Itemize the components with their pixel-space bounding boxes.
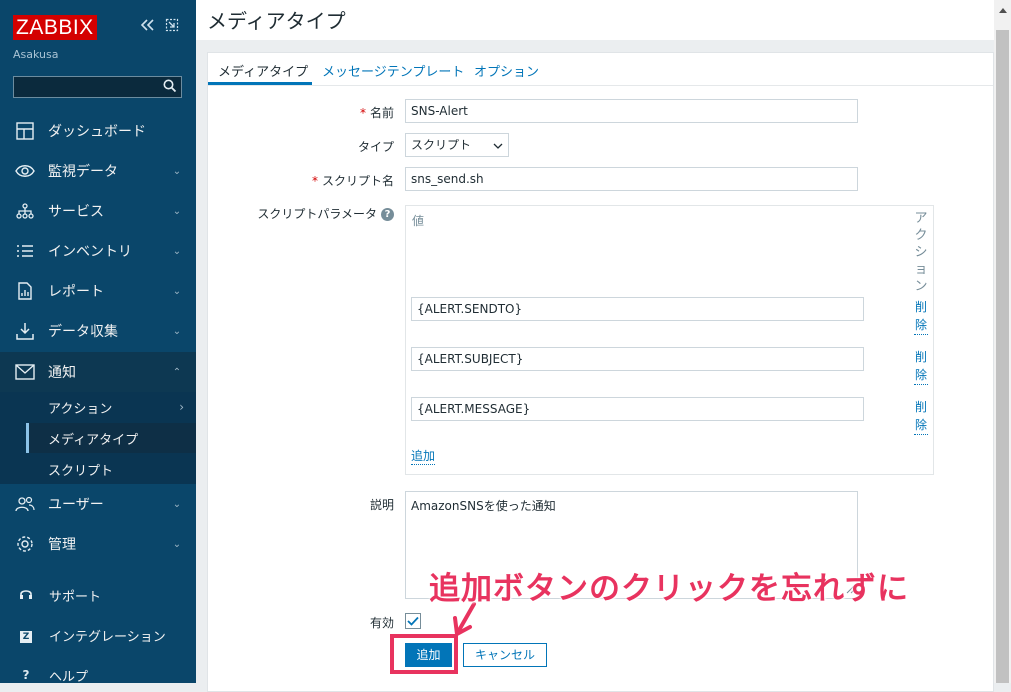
- script-name-label: * スクリプト名: [311, 174, 394, 188]
- add-param-link[interactable]: 追加: [411, 447, 436, 465]
- chevron-down-icon: ⌄: [172, 285, 182, 297]
- script-params-table: 値 アクション {ALERT.SENDTO} 削除 {ALERT.SUBJECT…: [405, 205, 934, 475]
- menu-item-integrations[interactable]: Z インテグレーション: [0, 617, 196, 653]
- name-label: * 名前: [359, 106, 394, 120]
- eye-icon: [14, 160, 36, 182]
- required-marker: *: [359, 106, 366, 120]
- collapse-sidebar-icon[interactable]: [140, 18, 156, 35]
- param-input[interactable]: {ALERT.SUBJECT}: [411, 347, 864, 371]
- menu-item-alerts[interactable]: 通知 ⌃: [0, 352, 196, 392]
- enabled-checkbox[interactable]: [405, 613, 421, 629]
- chevron-down-icon: ⌄: [172, 498, 182, 510]
- remove-param-link[interactable]: 削除: [914, 398, 928, 435]
- type-select[interactable]: スクリプト: [405, 133, 509, 157]
- envelope-icon: [14, 361, 36, 383]
- menu-item-services[interactable]: サービス ⌄: [0, 191, 196, 231]
- annotation-highlight-box: [390, 634, 458, 674]
- required-marker: *: [311, 174, 318, 188]
- menu-item-label: 通知: [48, 365, 76, 381]
- help-icon: ?: [22, 668, 30, 682]
- tab-message-templates[interactable]: メッセージテンプレート: [322, 61, 464, 80]
- search-icon[interactable]: [163, 79, 177, 96]
- cancel-button[interactable]: キャンセル: [463, 643, 547, 667]
- menu-item-administration[interactable]: 管理 ⌄: [0, 524, 196, 564]
- menu-item-reports[interactable]: レポート ⌄: [0, 271, 196, 311]
- value-column-header: 値: [412, 214, 425, 228]
- chevron-down-icon: ⌄: [172, 165, 182, 177]
- menu-item-label: サポート: [49, 589, 102, 605]
- scroll-up-icon[interactable]: [994, 0, 1011, 20]
- menu-item-label: 管理: [48, 537, 76, 553]
- question-icon[interactable]: ?: [381, 208, 394, 221]
- menu-item-dashboard[interactable]: ダッシュボード: [0, 111, 196, 151]
- type-select-value: スクリプト: [411, 138, 472, 152]
- remove-param-link[interactable]: 削除: [914, 348, 928, 385]
- remove-param-link[interactable]: 削除: [914, 298, 928, 335]
- submenu-item-actions[interactable]: アクション ›: [26, 392, 196, 422]
- integration-icon: Z: [15, 628, 37, 643]
- submenu-item-scripts[interactable]: スクリプト: [26, 454, 196, 484]
- chevron-down-icon: ⌄: [172, 205, 182, 217]
- server-name: Asakusa: [13, 48, 59, 61]
- script-name-input[interactable]: sns_send.sh: [405, 167, 858, 191]
- active-tab-indicator: [208, 82, 312, 85]
- alerts-submenu: アクション › メディアタイプ スクリプト: [0, 392, 196, 484]
- menu-item-label: インベントリ: [48, 244, 132, 260]
- list-icon: [14, 240, 36, 262]
- download-icon: [14, 320, 36, 342]
- chevron-right-icon: ›: [179, 400, 184, 414]
- script-params-label: スクリプトパラメータ?: [208, 205, 394, 222]
- menu-item-label: ダッシュボード: [48, 124, 146, 140]
- check-icon: [407, 616, 419, 626]
- chevron-up-icon: ⌃: [172, 366, 182, 378]
- annotation-text: 追加ボタンのクリックを忘れずに: [429, 571, 909, 607]
- tab-media-type[interactable]: メディアタイプ: [218, 61, 308, 80]
- submenu-item-media-types[interactable]: メディアタイプ: [26, 423, 196, 453]
- menu-item-label: ユーザー: [48, 497, 104, 513]
- action-column-header: アクション: [914, 211, 928, 294]
- type-label: タイプ: [357, 140, 394, 154]
- menu-item-label: インテグレーション: [49, 629, 166, 645]
- description-text: AmazonSNSを使った通知: [411, 499, 556, 513]
- services-icon: [14, 200, 36, 222]
- param-input[interactable]: {ALERT.MESSAGE}: [411, 397, 864, 421]
- menu-item-data-collection[interactable]: データ収集 ⌄: [0, 311, 196, 351]
- menu-item-label: サービス: [48, 204, 104, 220]
- name-input[interactable]: SNS-Alert: [405, 99, 858, 123]
- scrollbar-thumb[interactable]: [996, 30, 1009, 683]
- param-input[interactable]: {ALERT.SENDTO}: [411, 297, 864, 321]
- report-icon: [14, 280, 36, 302]
- zabbix-logo[interactable]: ZABBIX: [13, 15, 97, 40]
- chevron-down-icon: ⌄: [172, 245, 182, 257]
- menu-item-help[interactable]: ? ヘルプ: [0, 657, 196, 683]
- submenu-item-label: アクション: [48, 401, 113, 417]
- menu-item-label: レポート: [48, 284, 104, 300]
- enabled-label: 有効: [369, 616, 394, 630]
- menu-item-monitoring[interactable]: 監視データ ⌄: [0, 151, 196, 191]
- submenu-item-label: スクリプト: [48, 463, 114, 479]
- users-icon: [14, 493, 36, 515]
- gear-icon: [14, 533, 36, 555]
- tab-options[interactable]: オプション: [474, 61, 539, 80]
- sidebar-search-input[interactable]: [13, 76, 182, 98]
- tab-bar: メディアタイプ メッセージテンプレート オプション: [208, 53, 993, 86]
- menu-item-label: 監視データ: [48, 164, 118, 180]
- page-title: メディアタイプ: [207, 9, 346, 33]
- submenu-item-label: メディアタイプ: [48, 432, 139, 448]
- menu-item-label: ヘルプ: [49, 669, 89, 684]
- description-label: 説明: [369, 498, 394, 512]
- menu-item-support[interactable]: サポート: [0, 577, 196, 613]
- chevron-down-icon: ⌄: [172, 325, 182, 337]
- headset-icon: [15, 587, 37, 604]
- menu-item-inventory[interactable]: インベントリ ⌄: [0, 231, 196, 271]
- chevron-down-icon: [493, 138, 503, 152]
- hide-sidebar-icon[interactable]: [165, 18, 179, 35]
- chevron-down-icon: ⌄: [172, 538, 182, 550]
- menu-item-users[interactable]: ユーザー ⌄: [0, 484, 196, 524]
- menu-item-label: データ収集: [48, 324, 118, 340]
- sidebar: ZABBIX Asakusa ダッシュボード 監視データ ⌄ サービス ⌄ イン…: [0, 0, 196, 683]
- dashboard-icon: [14, 120, 36, 142]
